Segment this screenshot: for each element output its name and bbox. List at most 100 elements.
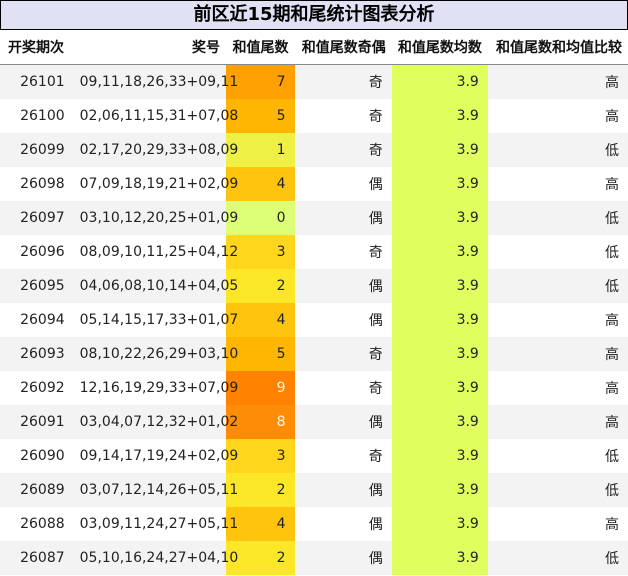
cell-avg: 3.9 bbox=[391, 541, 488, 575]
cell-period: 26096 bbox=[0, 235, 74, 269]
table-row: 26097 03,10,12,20,25+01,09 0 偶 3.9 低 bbox=[0, 201, 628, 235]
cell-compare: 高 bbox=[487, 303, 628, 337]
header-parity: 和值尾数奇偶 bbox=[294, 30, 392, 65]
cell-parity: 奇 bbox=[294, 439, 392, 473]
cell-parity: 奇 bbox=[294, 133, 392, 167]
cell-parity: 偶 bbox=[294, 507, 392, 541]
cell-period: 26088 bbox=[0, 507, 74, 541]
cell-period: 26095 bbox=[0, 269, 74, 303]
cell-compare: 低 bbox=[487, 133, 628, 167]
cell-numbers: 03,10,12,20,25+01,09 bbox=[73, 201, 238, 235]
cell-numbers: 12,16,19,29,33+07,09 bbox=[73, 371, 238, 405]
page-title: 前区近15期和尾统计图表分析 bbox=[0, 0, 628, 30]
cell-parity: 奇 bbox=[294, 99, 392, 133]
cell-avg: 3.9 bbox=[391, 235, 488, 269]
header-avg: 和值尾数均数 bbox=[391, 30, 488, 65]
cell-parity: 奇 bbox=[294, 235, 392, 269]
cell-numbers: 07,09,18,19,21+02,09 bbox=[73, 167, 238, 201]
cell-numbers: 09,14,17,19,24+02,09 bbox=[73, 439, 238, 473]
cell-parity: 偶 bbox=[294, 269, 392, 303]
cell-avg: 3.9 bbox=[391, 64, 488, 99]
cell-parity: 偶 bbox=[294, 473, 392, 507]
table-row: 26088 03,09,11,24,27+05,11 4 偶 3.9 高 bbox=[0, 507, 628, 541]
cell-compare: 高 bbox=[487, 507, 628, 541]
stats-table: 开奖期次 奖号 和值尾数 和值尾数奇偶 和值尾数均数 和值尾数和均值比较 261… bbox=[0, 30, 628, 575]
header-compare: 和值尾数和均值比较 bbox=[487, 30, 628, 65]
cell-avg: 3.9 bbox=[391, 133, 488, 167]
cell-parity: 奇 bbox=[294, 371, 392, 405]
cell-period: 26097 bbox=[0, 201, 74, 235]
cell-parity: 偶 bbox=[294, 541, 392, 575]
cell-compare: 高 bbox=[487, 99, 628, 133]
table-body: 26101 09,11,18,26,33+09,11 7 奇 3.9 高 26100 02,0… bbox=[0, 64, 628, 575]
cell-parity: 偶 bbox=[294, 167, 392, 201]
header-period: 开奖期次 bbox=[0, 30, 74, 65]
table-row: 26095 04,06,08,10,14+04,05 2 偶 3.9 低 bbox=[0, 269, 628, 303]
cell-avg: 3.9 bbox=[391, 269, 488, 303]
cell-numbers: 02,06,11,15,31+07,08 bbox=[73, 99, 238, 133]
cell-compare: 低 bbox=[487, 473, 628, 507]
cell-compare: 低 bbox=[487, 235, 628, 269]
table-row: 26101 09,11,18,26,33+09,11 7 奇 3.9 高 bbox=[0, 64, 628, 99]
cell-avg: 3.9 bbox=[391, 507, 488, 541]
cell-numbers: 02,17,20,29,33+08,09 bbox=[73, 133, 238, 167]
table-row: 26092 12,16,19,29,33+07,09 9 奇 3.9 高 bbox=[0, 371, 628, 405]
cell-numbers: 03,04,07,12,32+01,02 bbox=[73, 405, 238, 439]
table-row: 26090 09,14,17,19,24+02,09 3 奇 3.9 低 bbox=[0, 439, 628, 473]
cell-parity: 偶 bbox=[294, 303, 392, 337]
table-row: 26089 03,07,12,14,26+05,11 2 偶 3.9 低 bbox=[0, 473, 628, 507]
cell-period: 26089 bbox=[0, 473, 74, 507]
cell-compare: 高 bbox=[487, 337, 628, 371]
cell-avg: 3.9 bbox=[391, 303, 488, 337]
cell-period: 26093 bbox=[0, 337, 74, 371]
cell-avg: 3.9 bbox=[391, 473, 488, 507]
header-tail: 和值尾数 bbox=[226, 30, 295, 65]
cell-period: 26092 bbox=[0, 371, 74, 405]
table-header-row: 开奖期次 奖号 和值尾数 和值尾数奇偶 和值尾数均数 和值尾数和均值比较 bbox=[0, 30, 628, 65]
cell-compare: 低 bbox=[487, 541, 628, 575]
cell-numbers: 05,14,15,17,33+01,07 bbox=[73, 303, 238, 337]
table-row: 26096 08,09,10,11,25+04,12 3 奇 3.9 低 bbox=[0, 235, 628, 269]
cell-numbers: 09,11,18,26,33+09,11 bbox=[73, 64, 238, 99]
cell-numbers: 08,10,22,26,29+03,10 bbox=[73, 337, 238, 371]
cell-avg: 3.9 bbox=[391, 405, 488, 439]
cell-avg: 3.9 bbox=[391, 99, 488, 133]
cell-parity: 奇 bbox=[294, 64, 392, 99]
table-row: 26098 07,09,18,19,21+02,09 4 偶 3.9 高 bbox=[0, 167, 628, 201]
cell-compare: 高 bbox=[487, 371, 628, 405]
cell-avg: 3.9 bbox=[391, 201, 488, 235]
cell-period: 26101 bbox=[0, 64, 74, 99]
table-row: 26100 02,06,11,15,31+07,08 5 奇 3.9 高 bbox=[0, 99, 628, 133]
cell-numbers: 03,07,12,14,26+05,11 bbox=[73, 473, 238, 507]
cell-parity: 偶 bbox=[294, 405, 392, 439]
table-row: 26087 05,10,16,24,27+04,10 2 偶 3.9 低 bbox=[0, 541, 628, 575]
cell-period: 26091 bbox=[0, 405, 74, 439]
cell-period: 26094 bbox=[0, 303, 74, 337]
cell-avg: 3.9 bbox=[391, 439, 488, 473]
cell-avg: 3.9 bbox=[391, 337, 488, 371]
cell-compare: 低 bbox=[487, 269, 628, 303]
cell-compare: 高 bbox=[487, 405, 628, 439]
cell-parity: 偶 bbox=[294, 201, 392, 235]
cell-numbers: 04,06,08,10,14+04,05 bbox=[73, 269, 238, 303]
cell-numbers: 08,09,10,11,25+04,12 bbox=[73, 235, 238, 269]
cell-period: 26098 bbox=[0, 167, 74, 201]
table-row: 26099 02,17,20,29,33+08,09 1 奇 3.9 低 bbox=[0, 133, 628, 167]
table-row: 26093 08,10,22,26,29+03,10 5 奇 3.9 高 bbox=[0, 337, 628, 371]
cell-avg: 3.9 bbox=[391, 371, 488, 405]
cell-period: 26100 bbox=[0, 99, 74, 133]
cell-compare: 低 bbox=[487, 439, 628, 473]
cell-period: 26087 bbox=[0, 541, 74, 575]
cell-compare: 高 bbox=[487, 167, 628, 201]
cell-avg: 3.9 bbox=[391, 167, 488, 201]
cell-period: 26090 bbox=[0, 439, 74, 473]
header-numbers: 奖号 bbox=[73, 30, 227, 65]
cell-compare: 高 bbox=[487, 64, 628, 99]
cell-compare: 低 bbox=[487, 201, 628, 235]
table-row: 26094 05,14,15,17,33+01,07 4 偶 3.9 高 bbox=[0, 303, 628, 337]
cell-numbers: 03,09,11,24,27+05,11 bbox=[73, 507, 238, 541]
cell-parity: 奇 bbox=[294, 337, 392, 371]
table-row: 26091 03,04,07,12,32+01,02 8 偶 3.9 高 bbox=[0, 405, 628, 439]
cell-period: 26099 bbox=[0, 133, 74, 167]
cell-numbers: 05,10,16,24,27+04,10 bbox=[73, 541, 238, 575]
